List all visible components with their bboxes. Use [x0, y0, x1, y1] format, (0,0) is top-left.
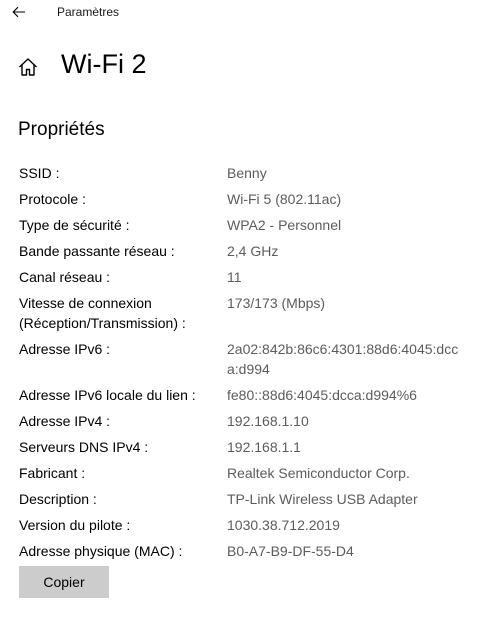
property-label-link-speed-line-2: (Réception/Transmission) :: [19, 315, 186, 331]
back-arrow-icon: [12, 6, 25, 18]
home-icon: [19, 58, 37, 76]
property-value-manufacturer: Realtek Semiconductor Corp.: [227, 465, 410, 481]
property-value-ipv6-line-2: a:d994: [227, 361, 270, 377]
property-label-network-band: Bande passante réseau :: [19, 243, 175, 259]
property-label-ssid: SSID :: [19, 165, 60, 181]
property-label-link-speed-line-1: Vitesse de connexion: [19, 295, 152, 311]
property-value-network-channel: 11: [227, 269, 242, 285]
property-label-ipv4-dns: Serveurs DNS IPv4 :: [19, 439, 149, 455]
property-label-network-channel: Canal réseau :: [19, 269, 111, 285]
property-value-link-speed: 173/173 (Mbps): [227, 295, 326, 311]
property-label-description: Description :: [19, 491, 97, 507]
property-label-ipv6: Adresse IPv6 :: [19, 341, 111, 357]
property-value-ipv4-dns: 192.168.1.1: [227, 439, 301, 455]
property-value-protocol: Wi-Fi 5 (802.11ac): [227, 191, 342, 207]
property-value-network-band: 2,4 GHz: [227, 243, 279, 259]
property-value-ssid: Benny: [227, 165, 267, 181]
property-label-security-type: Type de sécurité :: [19, 217, 130, 233]
property-label-mac-address: Adresse physique (MAC) :: [19, 543, 183, 559]
property-value-link-local-ipv6: fe80::88d6:4045:dcca:d994%6: [227, 387, 417, 403]
page-title: Wi-Fi 2: [61, 49, 147, 79]
property-value-description: TP-Link Wireless USB Adapter: [227, 491, 418, 507]
property-value-driver-version: 1030.38.712.2019: [227, 517, 340, 533]
property-label-ipv4: Adresse IPv4 :: [19, 413, 111, 429]
property-label-protocol: Protocole :: [19, 191, 86, 207]
app-title: Paramètres: [57, 5, 120, 19]
property-label-manufacturer: Fabricant :: [19, 465, 86, 481]
title-bar: Paramètres: [0, 0, 486, 26]
property-value-ipv6-line-1: 2a02:842b:86c6:4301:88d6:4045:dcc: [227, 341, 459, 357]
property-value-mac-address: B0-A7-B9-DF-55-D4: [227, 543, 354, 559]
property-label-driver-version: Version du pilote :: [19, 517, 131, 533]
section-title: Propriétés: [18, 119, 105, 140]
property-label-link-local-ipv6: Adresse IPv6 locale du lien :: [19, 387, 196, 403]
back-button[interactable]: [6, 1, 32, 23]
copy-button[interactable]: Copier: [19, 566, 109, 598]
property-value-ipv4: 192.168.1.10: [227, 413, 309, 429]
property-value-security-type: WPA2 - Personnel: [227, 217, 342, 233]
